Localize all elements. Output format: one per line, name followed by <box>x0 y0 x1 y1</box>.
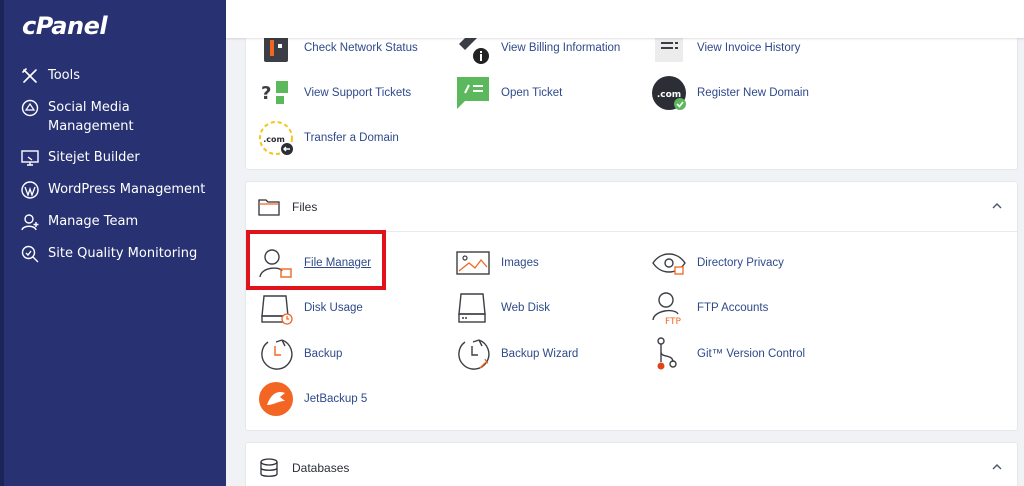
chevron-up-icon[interactable] <box>991 200 1003 212</box>
transfer-domain-link[interactable]: .com Transfer a Domain <box>258 118 399 158</box>
jetbackup-icon <box>259 382 293 416</box>
register-domain-icon: .com <box>652 76 686 110</box>
site-quality-icon <box>21 245 39 263</box>
item-label: View Support Tickets <box>304 87 412 99</box>
files-header[interactable]: Files <box>246 182 1017 232</box>
sidebar-item-social-media[interactable]: Social Media Management <box>20 98 220 136</box>
svg-text:FTP: FTP <box>665 317 682 326</box>
git-icon <box>657 337 677 370</box>
manage-team-icon <box>21 214 39 231</box>
folder-icon <box>258 198 280 216</box>
ftp-accounts-icon: FTP <box>652 292 682 326</box>
tools-icon <box>22 68 37 83</box>
item-label: Register New Domain <box>697 87 809 99</box>
view-support-tickets-link[interactable]: ? View Support Tickets <box>258 73 411 113</box>
item-label: Images <box>501 257 539 269</box>
backup-link[interactable]: Backup <box>258 334 342 374</box>
sitejet-icon <box>21 150 39 166</box>
item-label: Disk Usage <box>304 302 363 314</box>
transfer-domain-icon: .com <box>259 121 293 155</box>
sidebar-item-label: Manage Team <box>48 214 139 229</box>
item-label: Check Network Status <box>304 42 418 54</box>
sidebar-item-site-quality[interactable]: Site Quality Monitoring <box>20 244 220 264</box>
files-card: Files File Manager Images Directory Priv… <box>245 181 1018 431</box>
billing-support-card: Check Network Status View Billing Inform… <box>245 20 1018 170</box>
item-label: FTP Accounts <box>697 302 769 314</box>
sidebar-item-label: Site Quality Monitoring <box>48 246 198 261</box>
wordpress-icon <box>21 181 39 199</box>
item-label: Backup Wizard <box>501 348 579 360</box>
web-disk-link[interactable]: Web Disk <box>455 288 550 328</box>
databases-header[interactable]: Databases <box>246 443 1017 486</box>
sidebar-item-tools[interactable]: Tools <box>20 66 220 86</box>
chevron-up-icon[interactable] <box>991 461 1003 473</box>
support-tickets-icon: ? <box>261 81 288 104</box>
sidebar-item-wordpress[interactable]: WordPress Management <box>20 180 220 200</box>
disk-usage-icon <box>261 295 293 325</box>
backup-icon <box>261 339 293 370</box>
git-version-control-link[interactable]: Git™ Version Control <box>651 334 805 374</box>
sidebar-nav: Tools Social Media Management Sitejet Bu… <box>20 66 220 276</box>
item-label: View Invoice History <box>697 42 801 54</box>
database-icon <box>260 457 278 477</box>
register-new-domain-link[interactable]: .com Register New Domain <box>651 73 809 113</box>
open-ticket-icon <box>457 77 489 109</box>
images-link[interactable]: Images <box>455 243 539 283</box>
sidebar-item-label: Sitejet Builder <box>48 150 140 165</box>
open-ticket-link[interactable]: Open Ticket <box>455 73 562 113</box>
item-label: Git™ Version Control <box>697 348 806 360</box>
cpanel-logo[interactable]: cPanel <box>22 12 108 40</box>
social-media-icon <box>21 99 39 117</box>
sidebar-item-label: Social Media Management <box>48 100 134 134</box>
file-manager-highlight <box>246 230 386 290</box>
sidebar-item-label: WordPress Management <box>48 182 206 197</box>
sidebar-item-manage-team[interactable]: Manage Team <box>20 212 220 232</box>
section-title: Files <box>292 199 318 214</box>
sidebar: cPanel Tools Social Media Management Sit… <box>0 0 226 486</box>
item-label: Transfer a Domain <box>304 132 399 144</box>
svg-text:.com: .com <box>657 90 681 100</box>
item-label: View Billing Information <box>501 42 621 54</box>
ftp-accounts-link[interactable]: FTP FTP Accounts <box>651 288 768 328</box>
web-disk-icon <box>458 293 486 323</box>
item-label: Open Ticket <box>501 87 563 99</box>
images-icon <box>456 251 490 275</box>
sidebar-edge <box>0 0 4 486</box>
backup-wizard-link[interactable]: Backup Wizard <box>455 334 578 374</box>
backup-wizard-icon <box>458 339 490 370</box>
svg-text:?: ? <box>261 83 271 104</box>
sidebar-item-sitejet[interactable]: Sitejet Builder <box>20 148 220 168</box>
databases-card: Databases <box>245 442 1018 486</box>
jetbackup-link[interactable]: JetBackup 5 <box>258 379 367 419</box>
item-label: JetBackup 5 <box>304 393 368 405</box>
item-label: Web Disk <box>501 302 550 314</box>
item-label: Directory Privacy <box>697 257 784 269</box>
directory-privacy-link[interactable]: Directory Privacy <box>651 243 784 283</box>
item-label: Backup <box>304 348 343 360</box>
disk-usage-link[interactable]: Disk Usage <box>258 288 363 328</box>
top-bar <box>226 0 1024 38</box>
directory-privacy-icon <box>652 253 686 275</box>
sidebar-item-label: Tools <box>48 68 81 83</box>
section-title: Databases <box>292 460 350 475</box>
svg-text:.com: .com <box>263 135 285 144</box>
